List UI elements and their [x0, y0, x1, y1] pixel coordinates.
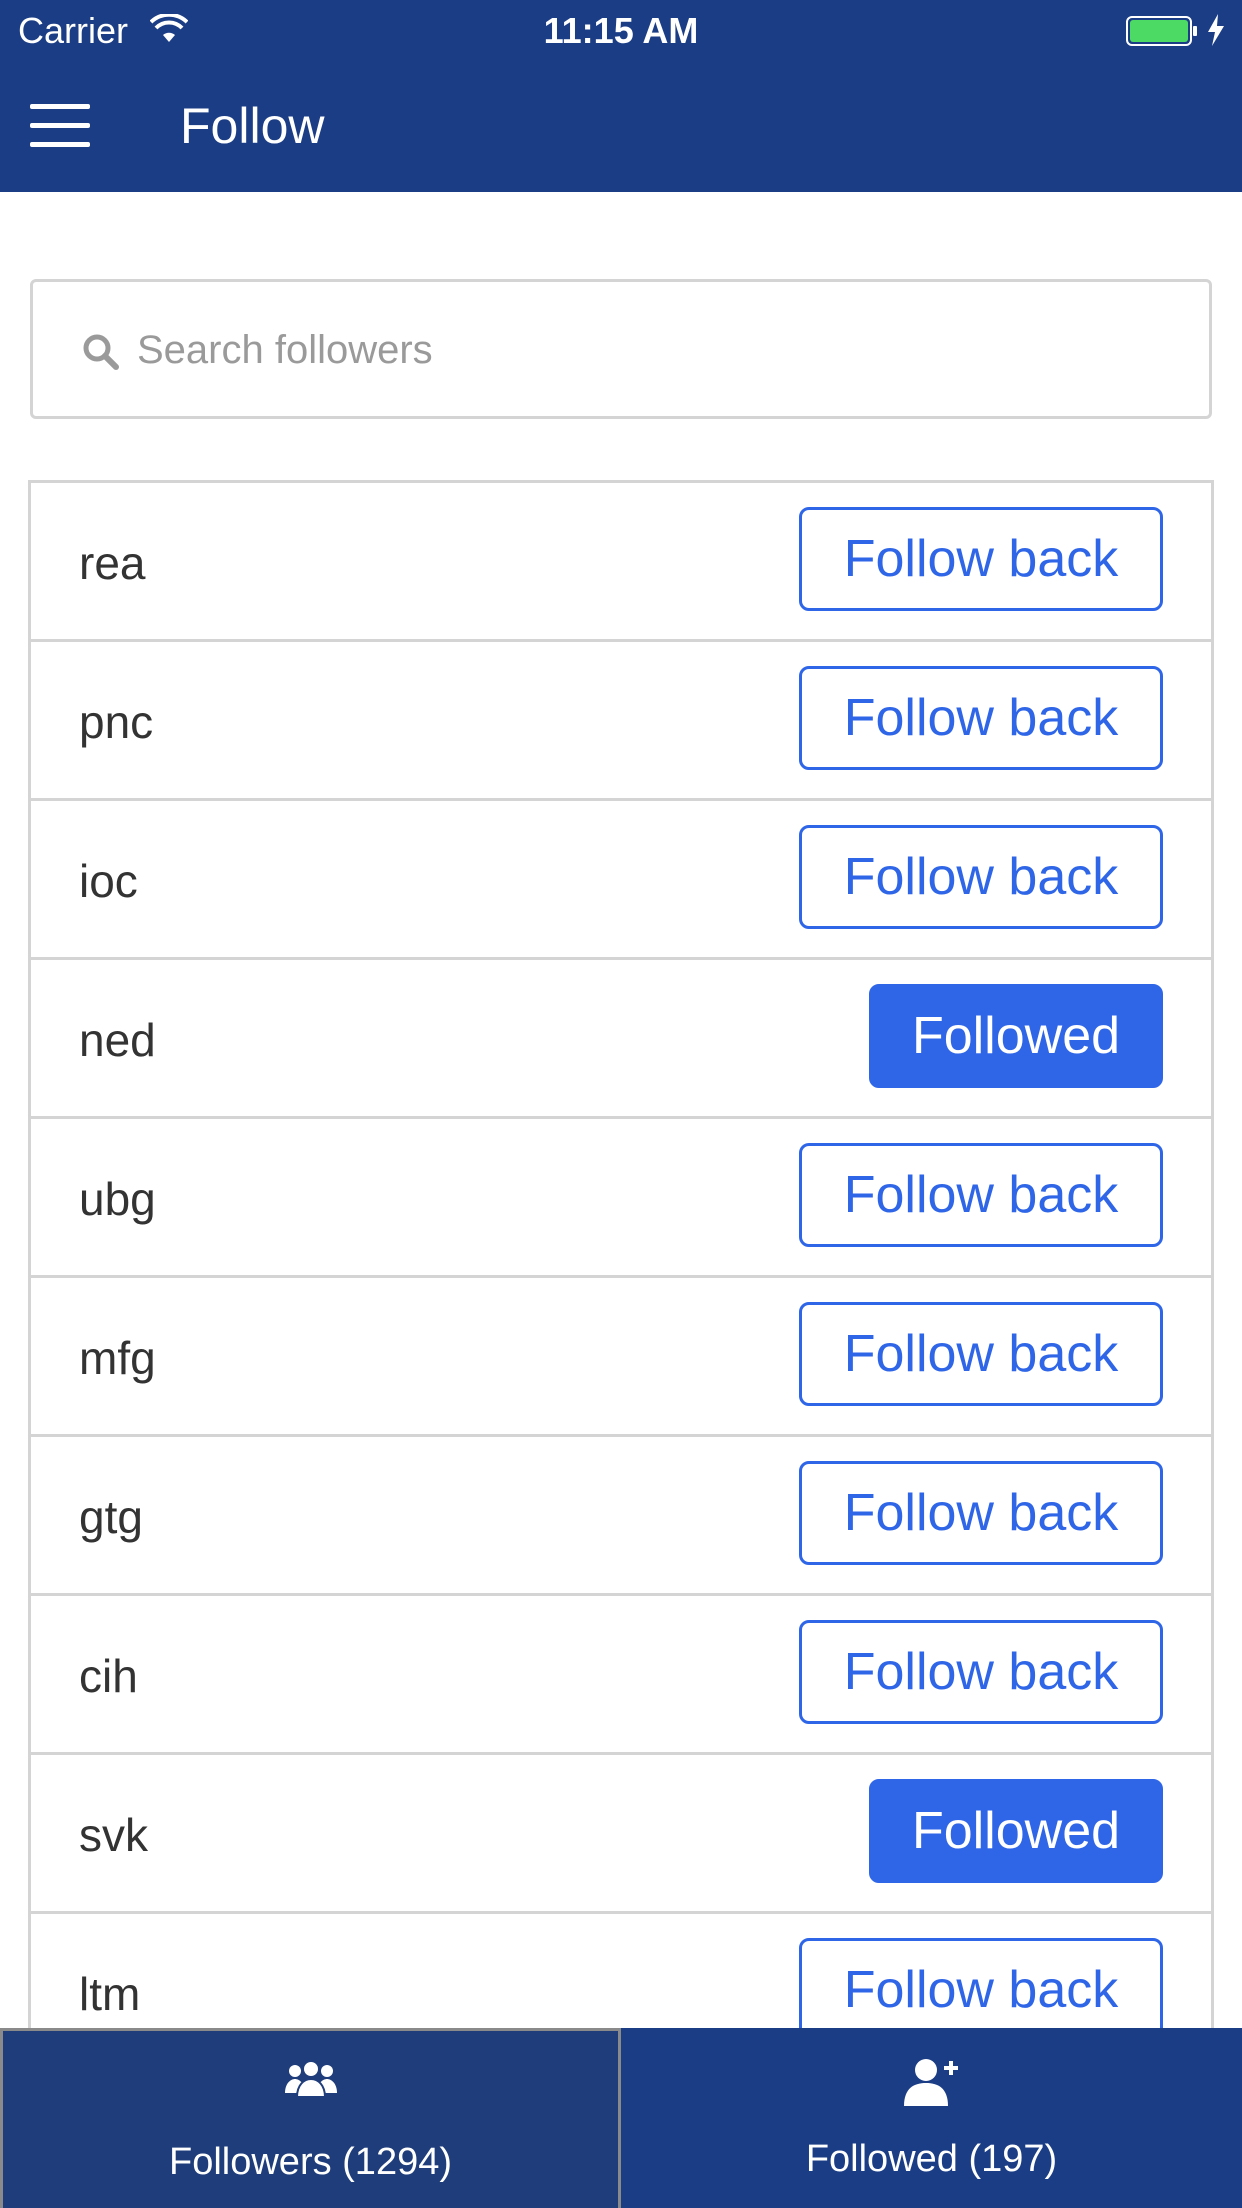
page-title: Follow [180, 98, 325, 154]
search-input[interactable] [137, 302, 1177, 398]
tab-bar: Followers (1294) Followed (197) [0, 2028, 1242, 2208]
follow-back-button[interactable]: Follow back [799, 666, 1163, 770]
follower-name: ubg [79, 1173, 156, 1225]
followed-button[interactable]: Followed [869, 1779, 1163, 1883]
follow-back-button[interactable]: Follow back [799, 825, 1163, 929]
list-item: ubg Follow back [31, 1119, 1211, 1278]
follower-name: ned [79, 1014, 156, 1066]
status-time: 11:15 AM [543, 10, 699, 51]
list-item: svk Followed [31, 1755, 1211, 1914]
search-icon [83, 334, 119, 370]
list-item: mfg Follow back [31, 1278, 1211, 1437]
nav-bar: Follow [0, 62, 1242, 192]
follow-back-button[interactable]: Follow back [799, 1461, 1163, 1565]
follow-back-button[interactable]: Follow back [799, 1620, 1163, 1724]
follow-back-button[interactable]: Follow back [799, 1302, 1163, 1406]
tab-followers[interactable]: Followers (1294) [0, 2028, 621, 2208]
list-item: ltm Follow back [31, 1914, 1211, 2028]
hamburger-menu-icon[interactable] [30, 104, 90, 148]
follower-name: ioc [79, 855, 138, 907]
tab-followers-label: Followers (1294) [169, 2141, 452, 2183]
follower-name: mfg [79, 1332, 156, 1384]
follow-back-button[interactable]: Follow back [799, 1938, 1163, 2028]
status-bar: Carrier 11:15 AM [0, 0, 1242, 62]
follower-name: pnc [79, 696, 154, 748]
list-item: cih Follow back [31, 1596, 1211, 1755]
list-item: gtg Follow back [31, 1437, 1211, 1596]
user-plus-icon [903, 2059, 958, 2106]
charging-bolt-icon [1208, 14, 1224, 46]
tab-followed[interactable]: Followed (197) [621, 2028, 1242, 2208]
follow-back-button[interactable]: Follow back [799, 507, 1163, 611]
list-item: ioc Follow back [31, 801, 1211, 960]
list-item: rea Follow back [31, 483, 1211, 642]
battery-icon [1126, 16, 1197, 46]
followers-list: rea Follow back pnc Follow back ioc Follow ba… [28, 480, 1214, 2028]
list-item: ned Followed [31, 960, 1211, 1119]
tab-followed-label: Followed (197) [805, 2138, 1058, 2180]
follower-name: rea [79, 537, 146, 589]
followed-button[interactable]: Followed [869, 984, 1163, 1088]
list-item: pnc Follow back [31, 642, 1211, 801]
follower-name: cih [79, 1650, 138, 1702]
search-box[interactable] [30, 279, 1212, 419]
users-icon [284, 2060, 337, 2098]
follower-name: svk [79, 1809, 148, 1861]
follow-back-button[interactable]: Follow back [799, 1143, 1163, 1247]
follower-name: gtg [79, 1491, 143, 1543]
follower-name: ltm [79, 1968, 141, 2020]
